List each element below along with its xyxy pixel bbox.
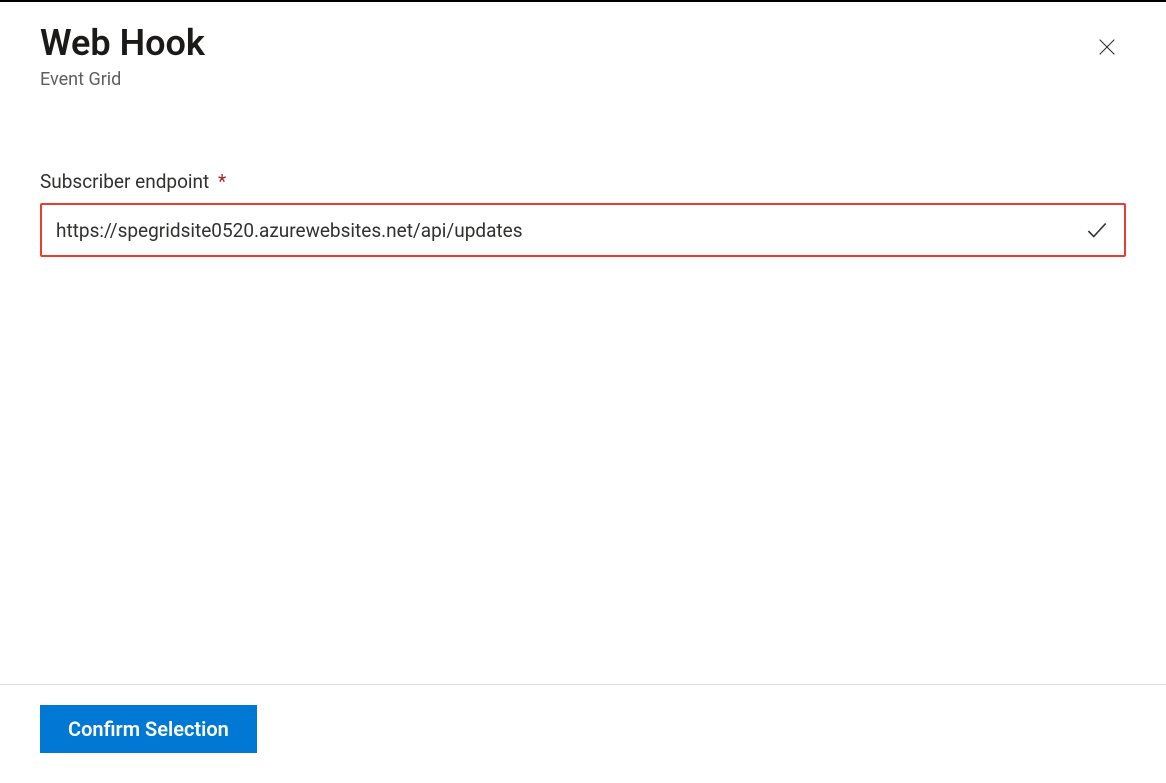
close-icon — [1096, 36, 1118, 61]
subscriber-endpoint-input[interactable] — [56, 219, 1074, 242]
header-text-group: Web Hook Event Grid — [40, 22, 205, 90]
close-button[interactable] — [1088, 28, 1126, 69]
panel-subtitle: Event Grid — [40, 69, 205, 90]
endpoint-label: Subscriber endpoint * — [40, 170, 1126, 193]
required-indicator: * — [218, 170, 226, 193]
panel-header: Web Hook Event Grid — [40, 22, 1126, 90]
endpoint-label-text: Subscriber endpoint — [40, 170, 209, 193]
panel-title: Web Hook — [40, 22, 205, 65]
form-area: Subscriber endpoint * — [40, 170, 1126, 257]
endpoint-input-wrapper — [40, 203, 1126, 257]
webhook-panel: Web Hook Event Grid Subscriber endpoint … — [0, 2, 1166, 783]
confirm-selection-button[interactable]: Confirm Selection — [40, 705, 257, 753]
checkmark-icon — [1084, 217, 1110, 243]
panel-footer: Confirm Selection — [0, 684, 1166, 783]
